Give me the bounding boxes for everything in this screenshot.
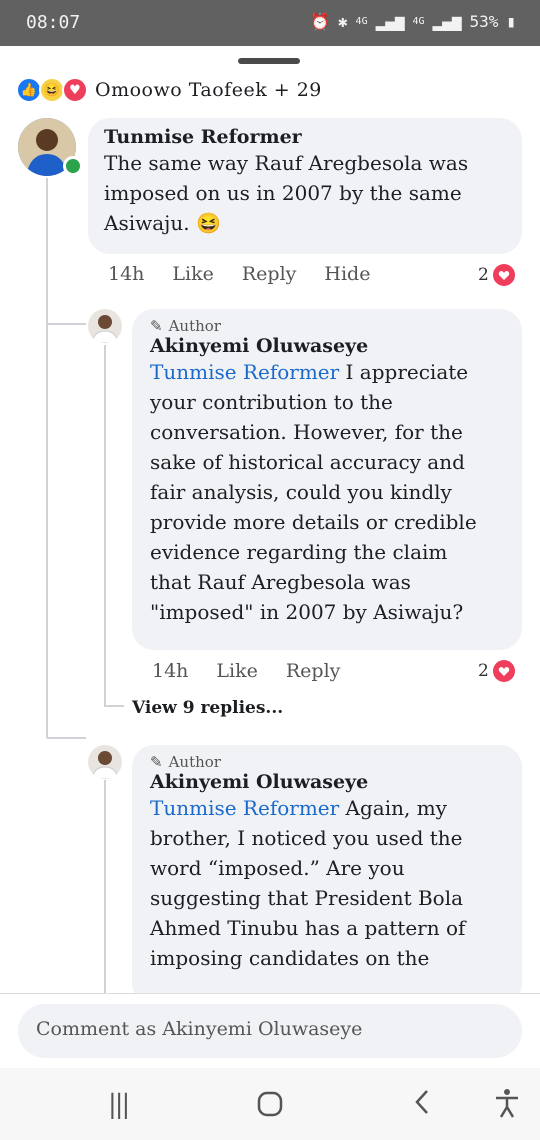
alarm-icon: ⏰ bbox=[309, 12, 330, 31]
love-reaction-icon: ♥ bbox=[62, 77, 88, 103]
comment-bubble[interactable]: Tunmise Reformer The same way Rauf Aregb… bbox=[88, 118, 522, 254]
like-button[interactable]: Like bbox=[172, 263, 213, 285]
reply-bubble[interactable]: ✎ Author Akinyemi Oluwaseye Tunmise Refo… bbox=[132, 745, 522, 1005]
battery-icon: ▮ bbox=[506, 12, 516, 31]
view-replies-link[interactable]: View 9 replies... bbox=[132, 698, 283, 718]
thread-line-sub bbox=[104, 345, 106, 705]
thread-line-sub-end bbox=[104, 705, 124, 707]
system-nav-bar: ||| bbox=[0, 1068, 540, 1140]
comment-author[interactable]: Tunmise Reformer bbox=[104, 126, 506, 148]
comment-actions: 14h Like Reply Hide bbox=[108, 263, 370, 285]
signal-icon: ▂▄▆ bbox=[375, 12, 405, 31]
comment-author[interactable]: Akinyemi Oluwaseye bbox=[150, 335, 504, 357]
author-badge: ✎ Author bbox=[150, 317, 221, 335]
network-label-2: 4G bbox=[412, 16, 425, 27]
recent-apps-button[interactable]: ||| bbox=[108, 1090, 130, 1120]
accessibility-button[interactable] bbox=[494, 1088, 520, 1125]
author-badge: ✎ Author bbox=[150, 753, 221, 771]
comment-text: The same way Rauf Aregbesola was imposed… bbox=[104, 151, 469, 235]
status-bar: 08:07 ⏰ ✱ 4G ▂▄▆ 4G ▂▄▆ 53% ▮ bbox=[0, 0, 540, 46]
reply-button[interactable]: Reply bbox=[286, 660, 341, 682]
mention-link[interactable]: Tunmise Reformer bbox=[150, 796, 339, 820]
bluetooth-icon: ✱ bbox=[337, 12, 348, 31]
comment-actions: 14h Like Reply bbox=[152, 660, 340, 682]
person-avatar-icon bbox=[88, 745, 122, 779]
comment-time[interactable]: 14h bbox=[108, 263, 144, 285]
reaction-count[interactable]: 2 bbox=[478, 660, 515, 682]
mention-link[interactable]: Tunmise Reformer bbox=[150, 360, 339, 384]
reaction-count[interactable]: 2 bbox=[478, 264, 515, 286]
online-status-dot bbox=[63, 156, 83, 176]
battery-percent: 53% bbox=[469, 12, 499, 31]
thread-line-branch-2 bbox=[46, 737, 86, 739]
comment-author[interactable]: Akinyemi Oluwaseye bbox=[150, 771, 504, 793]
sheet-drag-handle[interactable] bbox=[238, 58, 300, 64]
comment-text: Tunmise Reformer I appreciate your contr… bbox=[150, 360, 477, 624]
comment-input[interactable]: Comment as Akinyemi Oluwaseye bbox=[18, 1004, 522, 1058]
reply-button[interactable]: Reply bbox=[242, 263, 297, 285]
person-avatar-icon bbox=[88, 309, 122, 343]
pencil-icon: ✎ bbox=[150, 753, 163, 771]
avatar[interactable] bbox=[88, 745, 122, 779]
reactors-text: Omoowo Taofeek + 29 bbox=[95, 79, 322, 101]
network-label-1: 4G bbox=[355, 16, 368, 27]
home-button[interactable] bbox=[256, 1090, 284, 1125]
back-button[interactable] bbox=[412, 1086, 432, 1126]
thread-line-sub-2 bbox=[104, 780, 106, 993]
reply-bubble[interactable]: ✎ Author Akinyemi Oluwaseye Tunmise Refo… bbox=[132, 309, 522, 650]
heart-icon bbox=[492, 660, 515, 682]
status-icons: ⏰ ✱ 4G ▂▄▆ 4G ▂▄▆ 53% ▮ bbox=[310, 12, 516, 31]
comment-time[interactable]: 14h bbox=[152, 660, 188, 682]
pencil-icon: ✎ bbox=[150, 317, 163, 335]
hide-button[interactable]: Hide bbox=[324, 263, 370, 285]
accessibility-icon bbox=[496, 1089, 518, 1118]
thread-line-main bbox=[46, 178, 48, 738]
home-icon bbox=[257, 1091, 283, 1117]
heart-icon bbox=[492, 264, 515, 286]
reactions-summary[interactable]: 👍 😆 ♥ Omoowo Taofeek + 29 bbox=[16, 77, 322, 103]
comment-composer-bar: Comment as Akinyemi Oluwaseye bbox=[0, 993, 540, 1066]
comment-text: Tunmise Reformer Again, my brother, I no… bbox=[150, 796, 466, 970]
signal-icon-2: ▂▄▆ bbox=[432, 12, 462, 31]
thread-line-branch-1 bbox=[46, 323, 86, 325]
back-icon bbox=[415, 1090, 428, 1114]
status-time: 08:07 bbox=[26, 12, 81, 33]
like-button[interactable]: Like bbox=[216, 660, 257, 682]
avatar[interactable] bbox=[88, 309, 122, 343]
